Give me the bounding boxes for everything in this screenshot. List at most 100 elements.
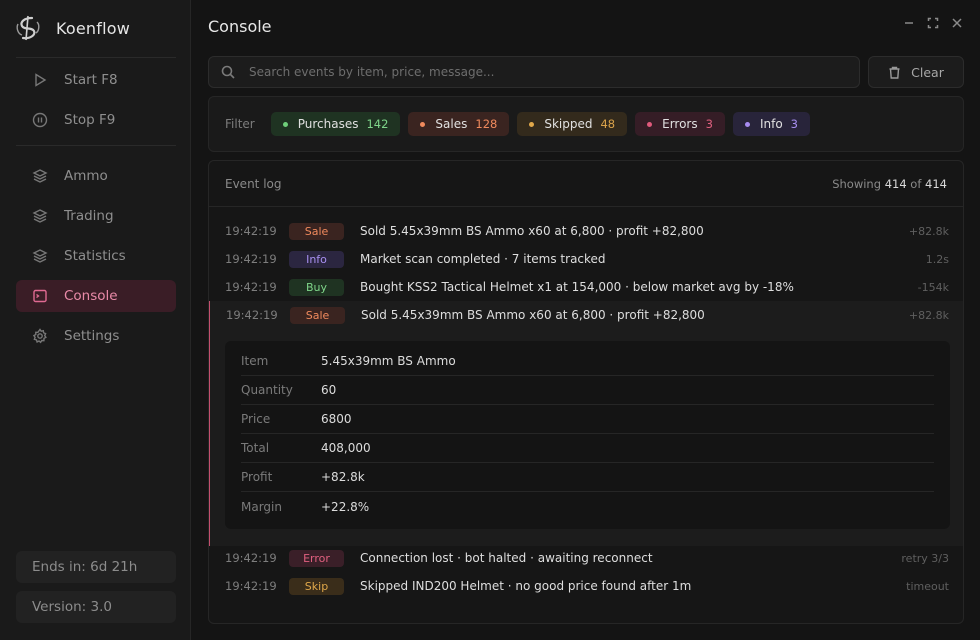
- filter-chips: Purchases 142 Sales 128 Skipped 48 Errors 3 Info…: [270, 112, 818, 136]
- chip-count: 128: [475, 117, 498, 131]
- log-row[interactable]: 19:42:19 Buy Bought KSS2 Tactical Helmet x…: [209, 273, 963, 301]
- detail-key: Margin: [241, 499, 282, 514]
- log-message: Sold 5.45x39mm BS Ammo x60 at 6,800 · pr…: [360, 224, 704, 238]
- layers-icon: [32, 208, 48, 224]
- detail-key: Total: [241, 441, 270, 455]
- log-type-badge: Buy: [289, 278, 344, 296]
- log-type-badge: Info: [289, 250, 344, 268]
- chip-label: Sales: [435, 117, 468, 131]
- detail-key: Price: [241, 412, 271, 426]
- showing-prefix: Showing: [832, 176, 882, 191]
- log-row[interactable]: 19:42:19 Sale Sold 5.45x39mm BS Ammo x60 a…: [209, 301, 963, 329]
- log-message: Bought KSS2 Tactical Helmet x1 at 154,00…: [360, 280, 794, 294]
- window-controls: [902, 16, 964, 30]
- log-timestamp: 19:42:19: [226, 308, 278, 322]
- sidebar-item-console[interactable]: Console: [16, 280, 176, 312]
- chip-count: 3: [790, 117, 798, 131]
- main-panel: Console Clear Filter Purchases 142 Sales 12…: [192, 0, 980, 640]
- filter-chip-sales[interactable]: Sales 128: [408, 112, 510, 136]
- log-row[interactable]: 19:42:19 Sale Sold 5.45x39mm BS Ammo x60 a…: [209, 217, 963, 245]
- close-icon[interactable]: [950, 16, 964, 30]
- start-label: Start F8: [64, 72, 118, 88]
- log-row[interactable]: 19:42:19 Info Market scan completed · 7 it…: [209, 245, 963, 273]
- log-timestamp: 19:42:19: [225, 579, 277, 593]
- log-message: Skipped IND200 Helmet · no good price fo…: [360, 579, 692, 593]
- stop-button[interactable]: Stop F9: [16, 104, 176, 136]
- log-meta: +82.8k: [908, 224, 949, 238]
- layers-icon: [32, 248, 48, 264]
- log-type-badge: Skip: [289, 577, 344, 595]
- search-input[interactable]: [249, 65, 809, 79]
- detail-value: 5.45x39mm BS Ammo: [321, 354, 456, 368]
- detail-row: Quantity 60: [241, 376, 934, 405]
- detail-key: Quantity: [241, 383, 293, 397]
- sidebar-item-statistics[interactable]: Statistics: [16, 240, 176, 272]
- sidebar-divider: [16, 57, 176, 58]
- koenflow-logo-icon: [16, 15, 40, 41]
- event-log: Event log Showing 414 of 414 Item 5.45x39…: [208, 160, 964, 624]
- start-button[interactable]: Start F8: [16, 64, 176, 96]
- app-name: Koenflow: [56, 18, 131, 38]
- trash-icon: [889, 66, 900, 79]
- chip-dot-icon: [420, 121, 426, 127]
- detail-row: Price 6800: [241, 405, 934, 434]
- chip-dot-icon: [744, 121, 750, 127]
- layers-icon: [32, 168, 48, 184]
- expanded-entry: Item 5.45x39mm BS Ammo Quantity 60 Price 6800…: [209, 303, 963, 546]
- log-meta: retry 3/3: [901, 551, 949, 565]
- search-icon: [221, 65, 235, 79]
- chip-label: Skipped: [544, 117, 593, 131]
- chip-label: Purchases: [297, 117, 359, 131]
- filter-bar: Filter Purchases 142 Sales 128 Skipped 48 Erro…: [208, 96, 964, 152]
- detail-value: 60: [321, 383, 337, 397]
- brand: Koenflow: [14, 12, 130, 44]
- maximize-icon[interactable]: [926, 16, 940, 30]
- event-log-title: Event log: [225, 176, 282, 191]
- app-version: Version: 3.0: [16, 591, 176, 623]
- sidebar-item-label: Ammo: [64, 168, 108, 184]
- detail-value: 6800: [321, 412, 352, 426]
- minimize-icon[interactable]: [902, 16, 916, 30]
- log-row[interactable]: 19:42:19 Error Connection lost · bot halte…: [209, 544, 963, 572]
- log-meta: 1.2s: [925, 252, 949, 266]
- log-message: Sold 5.45x39mm BS Ammo x60 at 6,800 · pr…: [361, 308, 705, 322]
- sidebar-item-ammo[interactable]: Ammo: [16, 160, 176, 192]
- sidebar-item-label: Statistics: [64, 248, 126, 264]
- log-type-badge: Sale: [290, 306, 345, 324]
- sidebar-item-settings[interactable]: Settings: [16, 320, 176, 352]
- log-type-badge: Sale: [289, 222, 344, 240]
- filter-chip-skipped[interactable]: Skipped 48: [517, 112, 628, 136]
- sidebar-item-trading[interactable]: Trading: [16, 200, 176, 232]
- chip-count: 142: [366, 117, 389, 131]
- filter-chip-errors[interactable]: Errors 3: [635, 112, 725, 136]
- log-meta: +82.8k: [908, 308, 949, 322]
- chip-dot-icon: [647, 121, 653, 127]
- filter-label: Filter: [225, 117, 255, 131]
- showing-total: 414: [925, 176, 947, 191]
- log-type-badge: Error: [289, 549, 344, 567]
- detail-row: Margin +22.8%: [241, 492, 934, 521]
- sidebar-item-label: Trading: [64, 208, 114, 224]
- showing-visible: 414: [884, 176, 907, 191]
- log-timestamp: 19:42:19: [225, 551, 277, 565]
- search-bar: [208, 56, 860, 88]
- terminal-icon: [32, 288, 48, 304]
- entry-details: Item 5.45x39mm BS Ammo Quantity 60 Price 6800…: [225, 341, 950, 529]
- log-meta: timeout: [906, 579, 949, 593]
- log-row[interactable]: 19:42:19 Skip Skipped IND200 Helmet · no g…: [209, 572, 963, 600]
- filter-chip-purchases[interactable]: Purchases 142: [270, 112, 401, 136]
- stop-label: Stop F9: [64, 112, 116, 128]
- filter-chip-info[interactable]: Info 3: [732, 112, 810, 136]
- log-timestamp: 19:42:19: [225, 224, 277, 238]
- clear-button[interactable]: Clear: [868, 56, 964, 88]
- detail-value: +22.8%: [321, 499, 370, 514]
- detail-key: Item: [241, 354, 269, 368]
- sidebar-divider: [16, 145, 176, 146]
- chip-count: 48: [600, 117, 616, 131]
- chip-count: 3: [705, 117, 713, 131]
- sidebar-item-label: Console: [64, 288, 118, 304]
- clear-label: Clear: [911, 64, 944, 80]
- showing-of: of: [910, 176, 922, 191]
- detail-value: +82.8k: [321, 470, 365, 484]
- log-timestamp: 19:42:19: [225, 252, 277, 266]
